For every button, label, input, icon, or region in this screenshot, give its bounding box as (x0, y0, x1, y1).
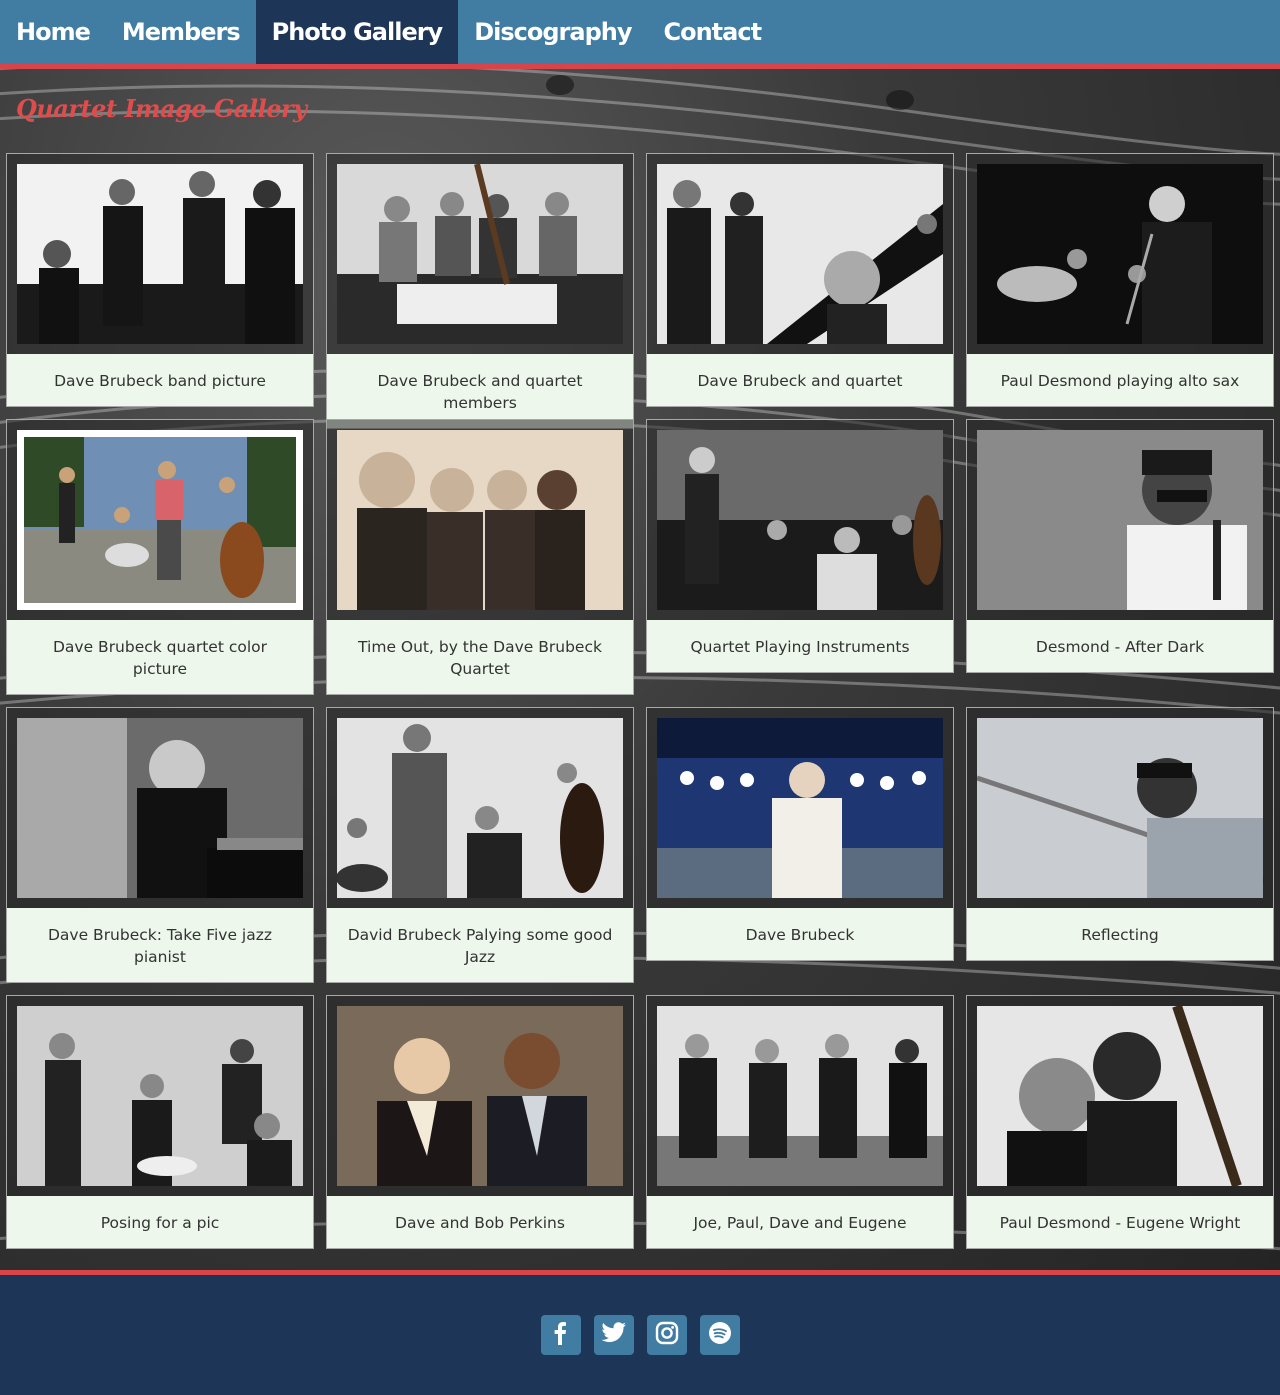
twitter-icon (601, 1322, 627, 1348)
gallery-photo[interactable] (17, 164, 303, 344)
gallery-card[interactable]: Desmond - After Dark (966, 419, 1274, 673)
gallery-card[interactable]: Paul Desmond playing alto sax (966, 153, 1274, 407)
gallery-photo[interactable] (657, 164, 943, 344)
gallery-card[interactable]: David Brubeck Palying some good Jazz (326, 707, 634, 983)
facebook-icon (550, 1321, 572, 1349)
spotify-button[interactable] (700, 1315, 740, 1355)
photo-frame (327, 420, 633, 620)
photo-caption: Time Out, by the Dave Brubeck Quartet (327, 620, 633, 694)
gallery-card[interactable]: Quartet Playing Instruments (646, 419, 954, 673)
gallery-photo[interactable] (337, 164, 623, 344)
photo-caption: Posing for a pic (7, 1196, 313, 1248)
photo-frame (967, 996, 1273, 1196)
gallery-photo[interactable] (17, 718, 303, 898)
photo-caption: David Brubeck Palying some good Jazz (327, 908, 633, 982)
photo-frame (647, 708, 953, 908)
gallery-photo[interactable] (17, 1006, 303, 1186)
gallery-card[interactable]: Joe, Paul, Dave and Eugene (646, 995, 954, 1249)
photo-caption: Quartet Playing Instruments (647, 620, 953, 672)
photo-caption: Dave Brubeck: Take Five jazz pianist (7, 908, 313, 982)
twitter-button[interactable] (594, 1315, 634, 1355)
instagram-button[interactable] (647, 1315, 687, 1355)
photo-caption: Dave Brubeck and quartet (647, 354, 953, 406)
photo-caption: Dave Brubeck band picture (7, 354, 313, 406)
gallery-photo[interactable] (977, 1006, 1263, 1186)
photo-caption: Reflecting (967, 908, 1273, 960)
nav-members[interactable]: Members (106, 0, 256, 64)
gallery-card[interactable]: Dave Brubeck quartet color picture (6, 419, 314, 695)
gallery-photo[interactable] (977, 718, 1263, 898)
gallery-card[interactable]: Dave Brubeck and quartet (646, 153, 954, 407)
photo-frame (647, 420, 953, 620)
photo-frame (967, 708, 1273, 908)
photo-caption: Dave and Bob Perkins (327, 1196, 633, 1248)
photo-caption: Paul Desmond playing alto sax (967, 354, 1273, 406)
gallery-card[interactable]: Dave and Bob Perkins (326, 995, 634, 1249)
nav-contact[interactable]: Contact (647, 0, 777, 64)
social-links (541, 1315, 740, 1355)
photo-caption: Dave Brubeck and quartet members (327, 354, 633, 428)
photo-caption: Desmond - After Dark (967, 620, 1273, 672)
instagram-icon (655, 1321, 679, 1349)
photo-frame (327, 996, 633, 1196)
gallery-card[interactable]: Time Out, by the Dave Brubeck Quartet (326, 419, 634, 695)
photo-frame (327, 708, 633, 908)
page-footer (0, 1270, 1280, 1395)
gallery-photo[interactable] (657, 430, 943, 610)
spotify-icon (708, 1321, 732, 1349)
gallery-photo[interactable] (337, 430, 623, 610)
gallery-photo[interactable] (657, 1006, 943, 1186)
gallery-photo[interactable] (337, 718, 623, 898)
photo-frame (7, 154, 313, 354)
gallery-card[interactable]: Dave Brubeck band picture (6, 153, 314, 407)
gallery-photo[interactable] (17, 430, 303, 610)
gallery-photo[interactable] (977, 164, 1263, 344)
gallery-card[interactable]: Paul Desmond - Eugene Wright (966, 995, 1274, 1249)
nav-photo-gallery[interactable]: Photo Gallery (255, 0, 459, 64)
nav-home[interactable]: Home (0, 0, 106, 64)
photo-caption: Paul Desmond - Eugene Wright (967, 1196, 1273, 1248)
gallery-photo[interactable] (977, 430, 1263, 610)
photo-frame (967, 420, 1273, 620)
main-nav: Home Members Photo Gallery Discography C… (0, 0, 1280, 69)
photo-frame (647, 996, 953, 1196)
photo-frame (647, 154, 953, 354)
page-title: Quartet Image Gallery (16, 94, 307, 123)
gallery-card[interactable]: Dave Brubeck: Take Five jazz pianist (6, 707, 314, 983)
gallery-photo[interactable] (337, 1006, 623, 1186)
photo-frame (7, 420, 313, 620)
photo-caption: Dave Brubeck quartet color picture (7, 620, 313, 694)
photo-caption: Dave Brubeck (647, 908, 953, 960)
gallery-card[interactable]: Dave Brubeck (646, 707, 954, 961)
facebook-button[interactable] (541, 1315, 581, 1355)
photo-frame (967, 154, 1273, 354)
photo-frame (327, 154, 633, 354)
gallery-card[interactable]: Reflecting (966, 707, 1274, 961)
gallery-photo[interactable] (657, 718, 943, 898)
nav-discography[interactable]: Discography (458, 0, 647, 64)
photo-frame (7, 996, 313, 1196)
gallery-card[interactable]: Posing for a pic (6, 995, 314, 1249)
gallery-card[interactable]: Dave Brubeck and quartet members (326, 153, 634, 429)
photo-frame (7, 708, 313, 908)
photo-caption: Joe, Paul, Dave and Eugene (647, 1196, 953, 1248)
